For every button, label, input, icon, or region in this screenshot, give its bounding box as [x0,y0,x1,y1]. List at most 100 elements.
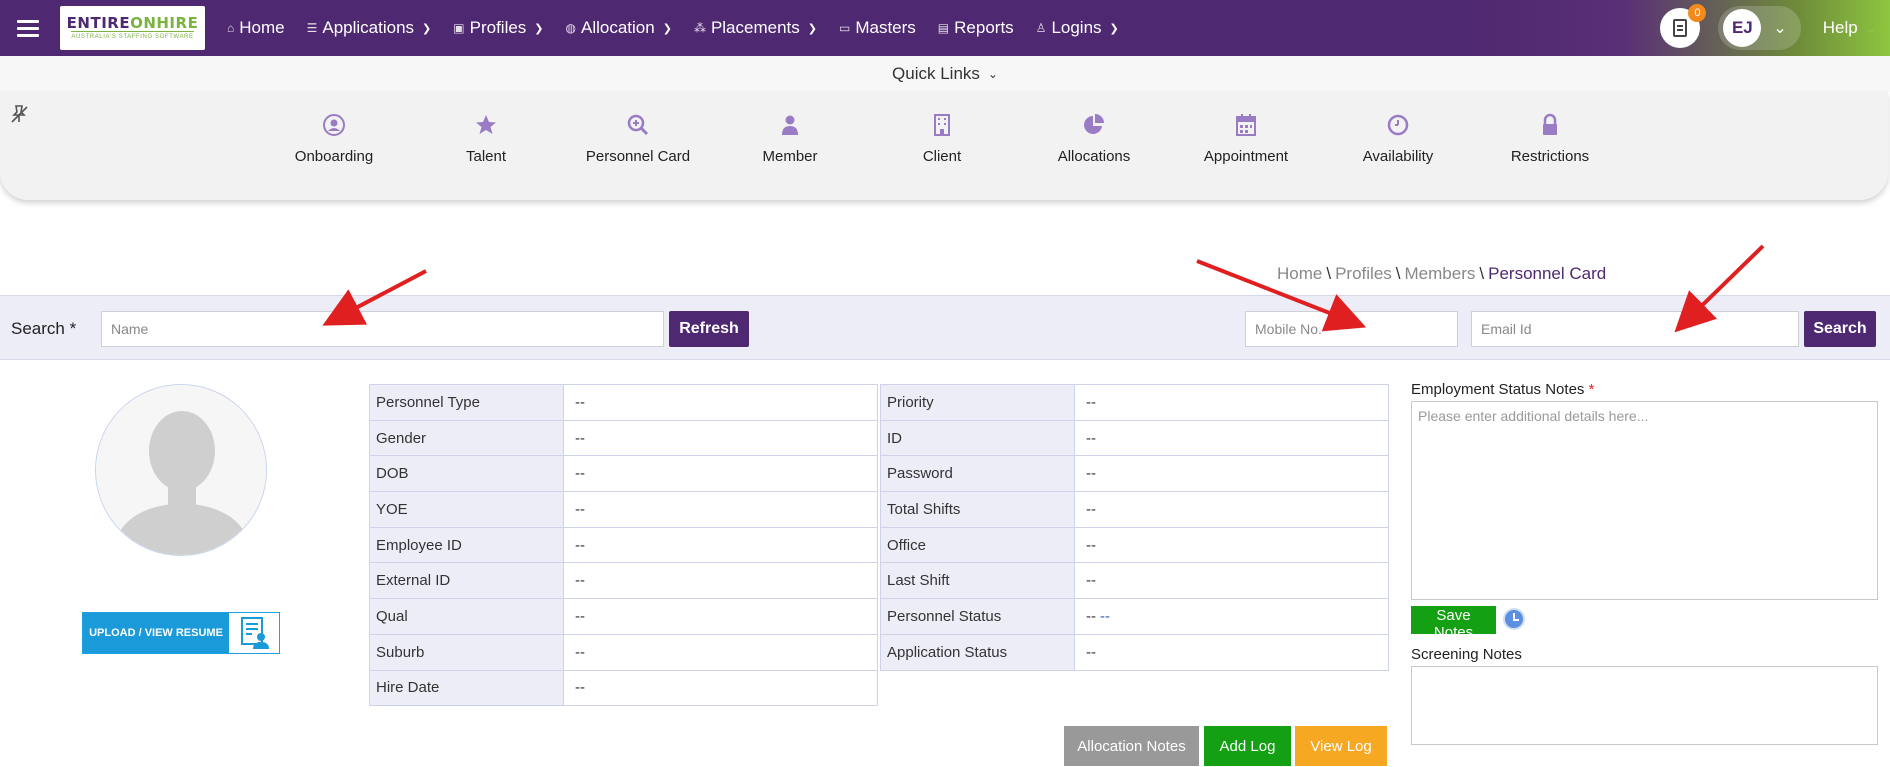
detail-key: Priority [880,384,1075,421]
nav-reports[interactable]: ▤ Reports [938,18,1014,38]
detail-row: Total Shifts -- [880,491,1389,528]
breadcrumb-separator: \ [1395,264,1401,283]
nav-applications[interactable]: ☰ Applications ❯ [307,18,432,38]
app-logo[interactable]: ENTIREONHIRE AUSTRALIA'S STAFFING SOFTWA… [60,6,205,50]
lock-icon [1474,112,1626,138]
detail-value-text: -- [575,465,585,483]
detail-key: Application Status [880,633,1075,671]
detail-value: -- [563,669,878,707]
nav-allocation[interactable]: ◍ Allocation ❯ [566,18,672,38]
chevron-down-icon: ⌄ [1863,18,1878,37]
quick-link-availability[interactable]: Availability [1322,112,1474,165]
quick-link-onboarding[interactable]: Onboarding [258,112,410,165]
quick-links-title: Quick Links [892,64,980,83]
breadcrumb-separator: \ [1479,264,1485,283]
quick-link-label: Allocations [1057,148,1131,165]
detail-value-text: -- [575,607,585,625]
chevron-down-icon: ❯ [807,22,817,35]
detail-row: Gender -- [369,419,878,457]
help-menu[interactable]: Help ⌄ [1823,18,1878,38]
quick-link-client[interactable]: Client [866,112,1018,165]
search-plus-icon [562,112,714,138]
email-search-input[interactable] [1471,311,1799,347]
resume-icon [229,613,279,653]
quick-links-toggle[interactable]: Quick Links ⌄ [0,56,1890,92]
chevron-down-icon: ❯ [422,22,432,35]
history-clock-icon[interactable] [1503,608,1525,630]
details-table-right: Priority -- ID -- Password -- Total Shifts -- Of… [880,384,1389,671]
upload-resume-button[interactable]: UPLOAD / VIEW RESUME [82,612,280,654]
onboarding-icon [258,112,410,138]
nav-logins[interactable]: ♙ Logins ❯ [1036,18,1119,38]
employment-notes-textarea[interactable] [1411,401,1878,600]
employment-notes-label-text: Employment Status Notes [1411,381,1585,398]
breadcrumb: Home \ Profiles \ Members \ Personnel Card [1277,264,1606,284]
quick-link-restrictions[interactable]: Restrictions [1474,112,1626,165]
quick-link-label: Restrictions [1510,148,1590,165]
mobile-search-input[interactable] [1245,311,1458,347]
detail-value: -- [1074,491,1389,528]
quick-link-member[interactable]: Member [714,112,866,165]
screening-notes-textarea[interactable] [1411,666,1878,745]
nav-home[interactable]: ⌂ Home [227,18,285,38]
detail-key: YOE [369,491,564,528]
calendar-icon [1170,112,1322,138]
search-button[interactable]: Search [1804,311,1876,347]
member-icon [714,112,866,138]
chevron-down-icon: ❯ [662,22,672,35]
detail-row: DOB -- [369,455,878,493]
user-menu[interactable]: EJ ⌄ [1718,6,1801,50]
home-icon: ⌂ [227,21,235,35]
quick-link-label: Personnel Card [585,148,691,165]
refresh-button[interactable]: Refresh [669,311,749,347]
detail-value: -- [563,633,878,671]
breadcrumb-profiles[interactable]: Profiles [1335,264,1392,283]
breadcrumb-members[interactable]: Members [1405,264,1476,283]
detail-value: -- [1074,419,1389,457]
detail-value: -- -- [1074,598,1389,635]
search-label: Search * [11,319,76,339]
save-notes-button[interactable]: Save Notes [1411,606,1496,641]
nav-placements[interactable]: ⁂ Placements ❯ [694,18,817,38]
add-log-button[interactable]: Add Log [1204,726,1291,766]
allocation-notes-button[interactable]: Allocation Notes [1064,726,1199,766]
quick-link-allocations[interactable]: Allocations [1018,112,1170,165]
detail-row: External ID -- [369,562,878,600]
quick-link-talent[interactable]: Talent [410,112,562,165]
detail-key: Employee ID [369,526,564,564]
upload-resume-label: UPLOAD / VIEW RESUME [83,613,229,653]
name-search-input[interactable] [101,311,664,347]
view-log-button[interactable]: View Log [1295,726,1387,766]
nav-placements-label: Placements [710,18,800,37]
user-avatar: EJ [1723,9,1762,47]
quick-link-appointment[interactable]: Appointment [1170,112,1322,165]
chevron-down-icon: ⌄ [1773,20,1787,37]
detail-value-text: -- [575,500,585,518]
pie-chart-icon [1018,112,1170,138]
detail-value: -- [563,526,878,564]
hamburger-menu-icon[interactable] [0,0,56,56]
detail-value-text: -- [1086,643,1096,661]
help-label: Help [1822,18,1858,37]
detail-value: -- [1074,526,1389,564]
breadcrumb-home[interactable]: Home [1277,264,1322,283]
top-navbar: ENTIREONHIRE AUSTRALIA'S STAFFING SOFTWA… [0,0,1890,56]
quick-link-label: Availability [1362,148,1434,165]
unpin-icon[interactable] [10,104,30,129]
detail-key: Total Shifts [880,491,1075,528]
required-mark: * [69,319,77,338]
notifications-button[interactable]: 0 [1660,4,1707,48]
quick-link-personnel-card[interactable]: Personnel Card [562,112,714,165]
detail-key: DOB [369,455,564,493]
detail-key: Hire Date [369,669,564,707]
nav-applications-label: Applications [322,18,415,37]
detail-value-text: -- [1086,429,1096,447]
nav-profiles[interactable]: ▣ Profiles ❯ [453,18,543,38]
chevron-down-icon: ❯ [1109,22,1119,35]
status-link[interactable]: -- [1100,608,1110,625]
nav-allocation-label: Allocation [581,18,655,37]
user-icon: ♙ [1035,21,1047,35]
logo-text-part2: ONHIRE [130,14,199,32]
nav-masters[interactable]: ▭ Masters [839,18,916,38]
detail-value: -- [563,598,878,635]
